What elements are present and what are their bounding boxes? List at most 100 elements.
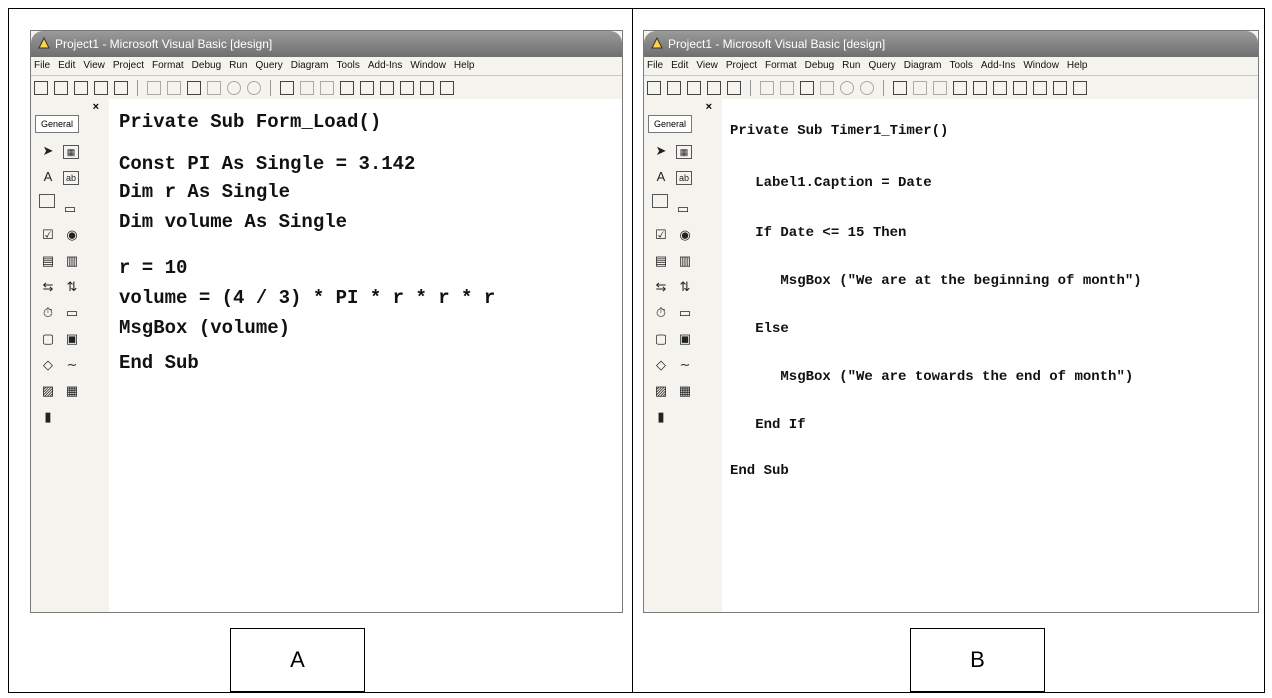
menu-format[interactable]: Format (152, 60, 184, 71)
redo-icon[interactable] (860, 81, 874, 95)
checkbox-icon[interactable]: ☑ (39, 226, 57, 244)
menu-format[interactable]: Format (765, 60, 797, 71)
data-view-icon[interactable] (1053, 81, 1067, 95)
textbox-icon[interactable]: ab (676, 171, 692, 185)
pointer-icon[interactable]: ➤ (652, 142, 670, 160)
menu-query[interactable]: Query (868, 60, 895, 71)
menu-run[interactable]: Run (842, 60, 860, 71)
end-icon[interactable] (320, 81, 334, 95)
timer-icon[interactable]: ⏱ (39, 304, 57, 322)
paste-icon[interactable] (800, 81, 814, 95)
menu-help[interactable]: Help (1067, 60, 1088, 71)
paste-icon[interactable] (187, 81, 201, 95)
break-icon[interactable] (300, 81, 314, 95)
picturebox-icon[interactable]: ▦ (676, 145, 692, 159)
cut-icon[interactable] (147, 81, 161, 95)
save-icon[interactable] (114, 81, 128, 95)
dirlistbox-icon[interactable]: ▢ (39, 330, 57, 348)
line-icon[interactable]: ∼ (676, 356, 694, 374)
menu-addins[interactable]: Add-Ins (368, 60, 402, 71)
toolbox-icon[interactable] (1033, 81, 1047, 95)
add-project-icon[interactable] (34, 81, 48, 95)
break-icon[interactable] (913, 81, 927, 95)
line-icon[interactable]: ∼ (63, 356, 81, 374)
code-editor[interactable]: Private Sub Form_Load() Const PI As Sing… (109, 99, 622, 612)
end-icon[interactable] (933, 81, 947, 95)
menu-diagram[interactable]: Diagram (904, 60, 942, 71)
menu-debug[interactable]: Debug (192, 60, 221, 71)
pointer-icon[interactable]: ➤ (39, 142, 57, 160)
commandbutton-icon[interactable]: ▭ (674, 200, 692, 218)
vscrollbar-icon[interactable]: ⇅ (676, 278, 694, 296)
menu-editor-icon[interactable] (687, 81, 701, 95)
menu-diagram[interactable]: Diagram (291, 60, 329, 71)
toolbox-general-tab[interactable]: General (648, 115, 692, 133)
component-manager-icon[interactable] (1073, 81, 1087, 95)
timer-icon[interactable]: ⏱ (652, 304, 670, 322)
picturebox-icon[interactable]: ▦ (63, 145, 79, 159)
toolbox-general-tab[interactable]: General (35, 115, 79, 133)
undo-icon[interactable] (840, 81, 854, 95)
dirlistbox-icon[interactable]: ▢ (652, 330, 670, 348)
textbox-icon[interactable]: ab (63, 171, 79, 185)
ole-icon[interactable]: ▮ (652, 408, 670, 426)
open-icon[interactable] (707, 81, 721, 95)
label-icon[interactable]: A (39, 168, 57, 186)
commandbutton-icon[interactable]: ▭ (61, 200, 79, 218)
copy-icon[interactable] (167, 81, 181, 95)
data-control-icon[interactable]: ▦ (63, 382, 81, 400)
start-icon[interactable] (280, 81, 294, 95)
properties-icon[interactable] (360, 81, 374, 95)
listbox-icon[interactable]: ▥ (676, 252, 694, 270)
add-form-icon[interactable] (667, 81, 681, 95)
menu-view[interactable]: View (83, 60, 105, 71)
copy-icon[interactable] (780, 81, 794, 95)
project-explorer-icon[interactable] (953, 81, 967, 95)
menu-editor-icon[interactable] (74, 81, 88, 95)
label-icon[interactable]: A (652, 168, 670, 186)
menu-tools[interactable]: Tools (337, 60, 360, 71)
redo-icon[interactable] (247, 81, 261, 95)
frame-icon[interactable] (652, 194, 668, 208)
menu-help[interactable]: Help (454, 60, 475, 71)
object-browser-icon[interactable] (400, 81, 414, 95)
filelistbox-icon[interactable]: ▣ (676, 330, 694, 348)
form-layout-icon[interactable] (993, 81, 1007, 95)
combobox-icon[interactable]: ▤ (39, 252, 57, 270)
menu-tools[interactable]: Tools (950, 60, 973, 71)
drivelistbox-icon[interactable]: ▭ (63, 304, 81, 322)
menu-debug[interactable]: Debug (805, 60, 834, 71)
menu-view[interactable]: View (696, 60, 718, 71)
combobox-icon[interactable]: ▤ (652, 252, 670, 270)
open-icon[interactable] (94, 81, 108, 95)
form-layout-icon[interactable] (380, 81, 394, 95)
find-icon[interactable] (207, 81, 221, 95)
listbox-icon[interactable]: ▥ (63, 252, 81, 270)
close-icon[interactable]: × (706, 101, 712, 113)
menu-query[interactable]: Query (255, 60, 282, 71)
ole-icon[interactable]: ▮ (39, 408, 57, 426)
properties-icon[interactable] (973, 81, 987, 95)
menu-window[interactable]: Window (410, 60, 446, 71)
hscrollbar-icon[interactable]: ⇆ (39, 278, 57, 296)
menu-edit[interactable]: Edit (671, 60, 688, 71)
cut-icon[interactable] (760, 81, 774, 95)
add-form-icon[interactable] (54, 81, 68, 95)
image-icon[interactable]: ▨ (39, 382, 57, 400)
project-explorer-icon[interactable] (340, 81, 354, 95)
menu-file[interactable]: File (647, 60, 663, 71)
add-project-icon[interactable] (647, 81, 661, 95)
checkbox-icon[interactable]: ☑ (652, 226, 670, 244)
code-editor[interactable]: Private Sub Timer1_Timer() Label1.Captio… (722, 99, 1258, 612)
optionbutton-icon[interactable]: ◉ (63, 226, 81, 244)
close-icon[interactable]: × (93, 101, 99, 113)
undo-icon[interactable] (227, 81, 241, 95)
drivelistbox-icon[interactable]: ▭ (676, 304, 694, 322)
menu-project[interactable]: Project (113, 60, 144, 71)
menu-project[interactable]: Project (726, 60, 757, 71)
menu-run[interactable]: Run (229, 60, 247, 71)
shape-icon[interactable]: ◇ (39, 356, 57, 374)
save-icon[interactable] (727, 81, 741, 95)
image-icon[interactable]: ▨ (652, 382, 670, 400)
data-control-icon[interactable]: ▦ (676, 382, 694, 400)
